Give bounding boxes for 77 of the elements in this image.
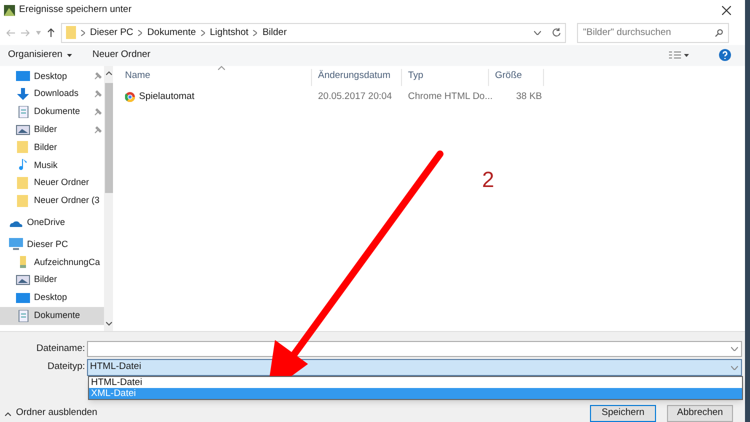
pin-icon[interactable] bbox=[94, 108, 102, 116]
nav-item[interactable]: Desktop bbox=[0, 67, 104, 86]
pin-icon[interactable] bbox=[94, 126, 102, 134]
browser-file-icon bbox=[125, 92, 135, 102]
new-folder-button[interactable]: Neuer Ordner bbox=[92, 48, 150, 63]
scroll-up-icon[interactable] bbox=[106, 71, 112, 76]
app-icon bbox=[4, 4, 15, 16]
breadcrumb-item[interactable]: Dieser PC bbox=[90, 26, 134, 40]
filename-field[interactable] bbox=[87, 341, 742, 357]
folder-icon bbox=[16, 141, 30, 154]
refresh-icon[interactable] bbox=[552, 28, 561, 38]
pin-icon[interactable] bbox=[94, 72, 102, 80]
up-arrow-icon[interactable] bbox=[47, 28, 55, 38]
nav-item[interactable]: Dokumente bbox=[0, 306, 104, 325]
chevron-icon bbox=[253, 30, 258, 36]
chevron-icon bbox=[138, 30, 142, 36]
annotation-number: 2 bbox=[482, 166, 494, 194]
nav-item[interactable]: OneDrive bbox=[0, 214, 104, 232]
nav-item[interactable]: Bilder bbox=[0, 138, 104, 156]
folder-icon bbox=[16, 194, 30, 207]
folder-icon bbox=[16, 177, 30, 190]
down-arrow-icon bbox=[16, 88, 30, 100]
breadcrumb-item[interactable]: Dokumente bbox=[147, 26, 196, 40]
column-header[interactable]: Größe bbox=[489, 69, 544, 86]
chevron-up-icon bbox=[5, 412, 11, 416]
nav-item[interactable]: Downloads bbox=[0, 85, 104, 103]
chevron-icon bbox=[200, 30, 205, 36]
nav-item[interactable]: Bilder bbox=[0, 120, 104, 139]
nav-item[interactable]: AufzeichnungCa bbox=[0, 253, 104, 272]
nav-item[interactable]: Neuer Ordner (3 bbox=[0, 192, 104, 210]
search-field[interactable]: "Bilder" durchsuchen bbox=[577, 22, 729, 43]
nav-item[interactable]: Bilder bbox=[0, 271, 104, 289]
pin-icon[interactable] bbox=[94, 90, 102, 98]
filetype-label: Dateityp: bbox=[46, 360, 86, 374]
cancel-button[interactable]: Abbrechen bbox=[667, 405, 733, 422]
column-header[interactable]: Typ bbox=[402, 69, 489, 86]
dropdown-chevron-icon[interactable] bbox=[731, 347, 738, 351]
search-icon[interactable] bbox=[715, 28, 723, 37]
filename-label: Dateiname: bbox=[35, 342, 86, 356]
organize-menu-button[interactable]: Organisieren bbox=[8, 48, 72, 63]
table-cell[interactable]: Spielautomat bbox=[119, 90, 312, 105]
table-cell-text: 20.05.2017 20:04 bbox=[317, 90, 393, 104]
column-header[interactable]: Name bbox=[119, 69, 312, 86]
monitor-icon bbox=[16, 70, 30, 82]
computer-icon bbox=[9, 238, 23, 250]
picture-icon bbox=[16, 124, 30, 136]
document-icon bbox=[16, 310, 30, 322]
dropdown-chevron-icon[interactable] bbox=[731, 366, 738, 370]
folder-icon bbox=[66, 26, 76, 40]
breadcrumb-item[interactable]: Bilder bbox=[262, 26, 287, 40]
close-icon[interactable] bbox=[722, 6, 731, 15]
search-input[interactable]: "Bilder" durchsuchen bbox=[583, 26, 715, 40]
sort-caret-icon bbox=[218, 66, 225, 70]
nav-item[interactable]: Dieser PC bbox=[0, 236, 104, 254]
nav-item[interactable]: Neuer Ordner bbox=[0, 174, 104, 192]
breadcrumb-item[interactable]: Lightshot bbox=[210, 26, 248, 40]
column-header[interactable]: Änderungsdatum bbox=[312, 69, 402, 86]
chevron-icon bbox=[81, 30, 85, 36]
monitor-icon bbox=[16, 292, 30, 304]
filetype-select[interactable]: HTML-Datei bbox=[87, 359, 742, 376]
dropdown-chevron-icon[interactable] bbox=[534, 30, 541, 35]
nav-item[interactable]: Dokumente bbox=[0, 102, 104, 121]
scrollbar[interactable] bbox=[104, 66, 113, 331]
dropdown-option[interactable]: HTML-Datei bbox=[89, 377, 742, 388]
save-button[interactable]: Speichern bbox=[590, 405, 656, 422]
scroll-down-icon[interactable] bbox=[106, 322, 112, 326]
help-icon[interactable] bbox=[719, 49, 731, 62]
nav-item[interactable]: Desktop bbox=[0, 288, 104, 307]
window-title: Ereignisse speichern unter bbox=[19, 3, 132, 18]
caret-icon bbox=[67, 54, 72, 57]
picture-icon bbox=[16, 274, 30, 286]
music-note-icon bbox=[16, 159, 30, 172]
view-options-icon[interactable] bbox=[669, 50, 689, 60]
hide-folders-button[interactable]: Ordner ausblenden bbox=[0, 406, 98, 421]
document-icon bbox=[16, 106, 30, 118]
address-bar[interactable]: Dieser PC Dokumente Lightshot Bilder bbox=[61, 22, 566, 43]
nav-item[interactable]: Musik bbox=[0, 156, 104, 174]
